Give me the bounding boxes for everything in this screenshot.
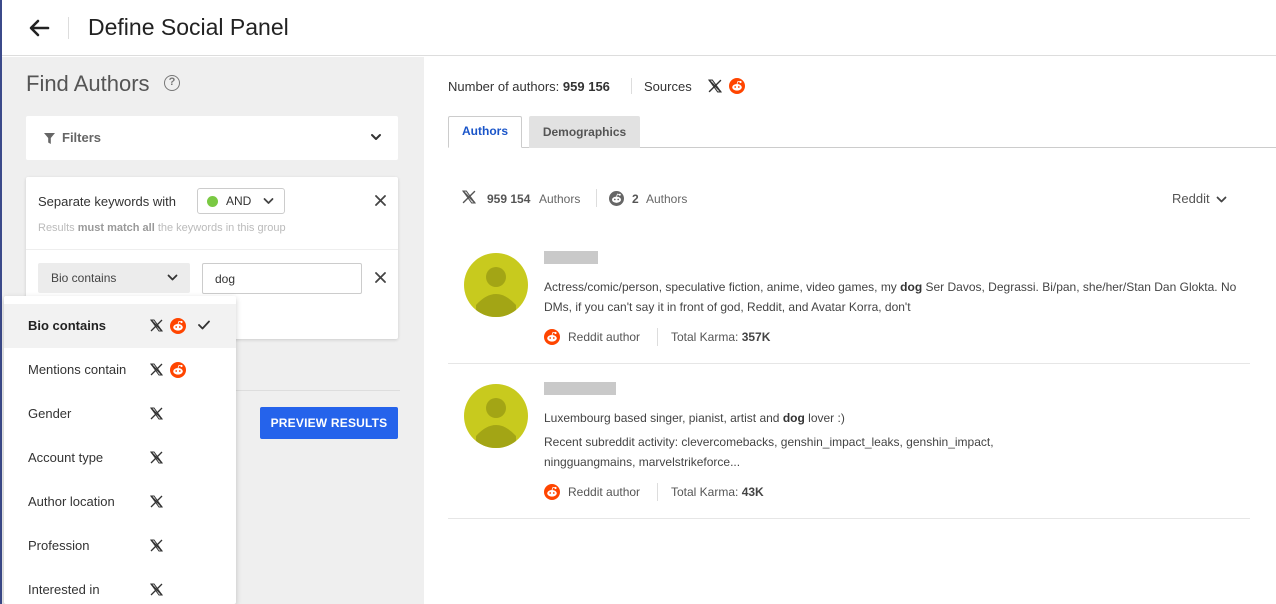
x-logo-icon <box>150 319 163 332</box>
reddit-authors-label: Authors <box>646 192 688 206</box>
author-source-label: Reddit author <box>568 485 641 499</box>
avatar <box>464 384 528 448</box>
reddit-logo-icon <box>609 191 624 206</box>
tab-authors[interactable]: Authors <box>448 116 522 148</box>
x-logo-icon <box>462 190 476 204</box>
menu-item-account-type[interactable]: Account type <box>4 436 236 480</box>
x-logo-icon <box>150 539 163 552</box>
menu-item-label: Gender <box>28 406 72 421</box>
arrow-left-icon <box>29 19 50 37</box>
author-bio: Actress/comic/person, speculative fictio… <box>544 280 1237 314</box>
meta-divider <box>657 483 658 501</box>
menu-item-interested-in[interactable]: Interested in <box>4 568 236 604</box>
author-source-label: Reddit author <box>568 330 641 344</box>
tab-demographics[interactable]: Demographics <box>529 116 640 148</box>
number-of-authors: Number of authors: 959 156 <box>448 79 610 94</box>
menu-item-bio-contains[interactable]: Bio contains <box>4 304 236 348</box>
chevron-down-icon <box>371 134 381 140</box>
stats-divider <box>631 78 632 94</box>
menu-item-mentions-contain[interactable]: Mentions contain <box>4 348 236 392</box>
page-title: Define Social Panel <box>88 14 289 40</box>
user-avatar-icon <box>476 398 516 448</box>
menu-item-label: Mentions contain <box>28 362 127 377</box>
author-bio: Luxembourg based singer, pianist, artist… <box>544 411 845 425</box>
field-type-dropdown[interactable]: Bio contains <box>38 263 190 293</box>
author-subreddit-activity: Recent subreddit activity: clevercomebac… <box>544 435 994 469</box>
number-of-authors-value: 959 156 <box>562 79 610 94</box>
menu-item-gender[interactable]: Gender <box>4 392 236 436</box>
x-authors-label: Authors <box>539 192 581 206</box>
help-icon[interactable]: ? <box>164 75 180 91</box>
author-name-redacted <box>544 251 598 264</box>
author-name-redacted <box>544 382 616 395</box>
menu-item-label: Bio contains <box>28 318 107 333</box>
operator-status-dot <box>207 196 218 207</box>
back-button[interactable] <box>26 16 52 40</box>
check-icon <box>198 320 210 330</box>
author-card[interactable]: Actress/comic/person, speculative fictio… <box>448 237 1250 364</box>
reddit-logo-icon <box>170 318 186 334</box>
total-karma: Total Karma: 357K <box>671 330 771 344</box>
funnel-icon <box>44 133 55 144</box>
menu-item-label: Author location <box>28 494 115 509</box>
filters-accordion[interactable]: Filters <box>26 116 398 160</box>
sources-label: Sources <box>644 79 692 94</box>
menu-item-profession[interactable]: Profession <box>4 524 236 568</box>
source-filter-dropdown[interactable]: Reddit <box>1172 191 1210 206</box>
keyword-input[interactable] <box>202 263 362 294</box>
menu-item-label: Profession <box>28 538 90 553</box>
reddit-logo-icon <box>729 78 745 94</box>
chevron-down-icon[interactable] <box>1216 196 1227 204</box>
close-group-icon[interactable] <box>375 195 386 206</box>
separate-keywords-label: Separate keywords with <box>38 194 177 209</box>
user-avatar-icon <box>476 267 516 317</box>
header-divider <box>68 17 69 39</box>
x-authors-count: 959 154 <box>487 192 531 206</box>
stats-divider <box>596 189 597 207</box>
operator-value: AND <box>226 194 252 208</box>
x-logo-icon <box>708 79 722 93</box>
group-divider <box>26 249 398 250</box>
total-karma: Total Karma: 43K <box>671 485 764 499</box>
x-logo-icon <box>150 495 163 508</box>
panel-divider <box>236 390 400 391</box>
find-authors-title: Find Authors <box>26 71 150 96</box>
author-card[interactable]: Luxembourg based singer, pianist, artist… <box>448 364 1250 519</box>
filters-label: Filters <box>62 130 102 145</box>
reddit-logo-icon <box>544 484 560 500</box>
reddit-authors-count: 2 <box>632 192 639 206</box>
meta-divider <box>657 328 658 346</box>
x-logo-icon <box>150 583 163 596</box>
menu-item-author-location[interactable]: Author location <box>4 480 236 524</box>
preview-results-button[interactable]: PREVIEW RESULTS <box>260 407 398 439</box>
menu-item-label: Account type <box>28 450 104 465</box>
reddit-logo-icon <box>170 362 186 378</box>
app-header: Define Social Panel <box>2 0 1276 56</box>
operator-dropdown[interactable]: AND <box>197 188 285 214</box>
remove-condition-icon[interactable] <box>375 272 386 283</box>
field-type-value: Bio contains <box>51 271 117 285</box>
chevron-down-icon <box>167 274 178 281</box>
group-hint: Results must match all the keywords in t… <box>38 222 286 234</box>
field-type-menu: Bio contains Mentions contain Gender Acc… <box>4 296 236 604</box>
chevron-down-icon <box>263 198 274 204</box>
x-logo-icon <box>150 363 163 376</box>
x-logo-icon <box>150 407 163 420</box>
menu-item-label: Interested in <box>28 582 100 597</box>
avatar <box>464 253 528 317</box>
reddit-logo-icon <box>544 329 560 345</box>
results-panel: Number of authors: 959 156 Sources Autho… <box>424 57 1276 604</box>
x-logo-icon <box>150 451 163 464</box>
